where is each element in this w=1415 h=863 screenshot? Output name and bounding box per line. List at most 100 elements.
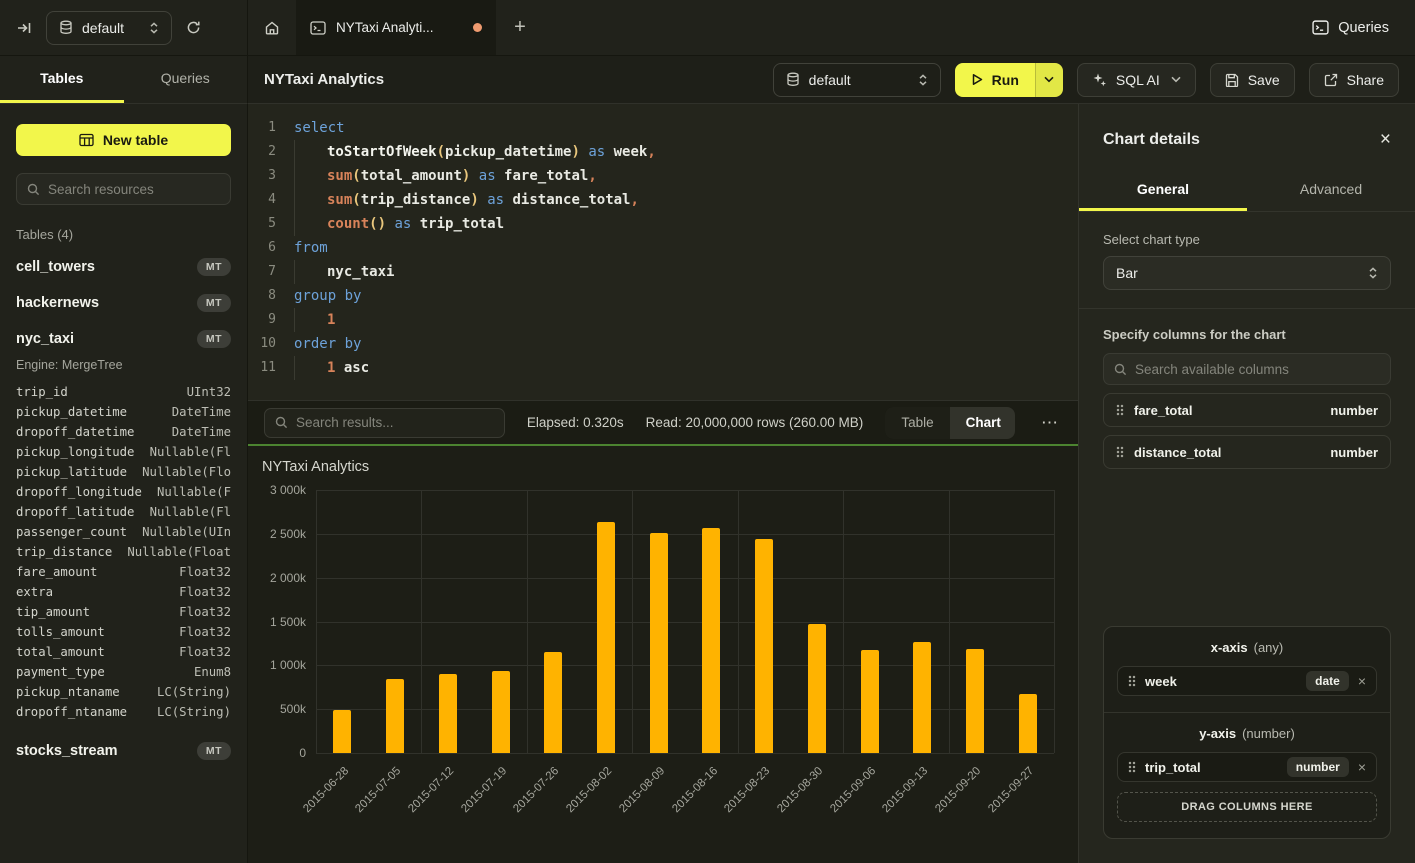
save-button[interactable]: Save <box>1210 63 1295 97</box>
results-search-input[interactable] <box>296 415 494 430</box>
x-axis-tick-label: 2015-09-06 <box>828 765 878 815</box>
bar-2015-09-20[interactable] <box>966 649 984 753</box>
panel-header: Chart details × <box>1079 104 1415 169</box>
x-axis-tick-label: 2015-06-28 <box>301 765 351 815</box>
y-axis-tick-label: 500k <box>280 702 306 716</box>
sql-line: 6from <box>248 236 1078 260</box>
center-column: 1select2toStartOfWeek(pickup_datetime) a… <box>248 104 1078 863</box>
new-tab-button[interactable]: + <box>496 0 544 55</box>
available-column-distance-total[interactable]: distance_total number <box>1103 435 1391 469</box>
y-axis-tick-label: 1 500k <box>270 615 306 629</box>
more-options-button[interactable]: ⋯ <box>1037 413 1062 433</box>
chart-view-button[interactable]: Chart <box>950 407 1015 439</box>
x-axis-chip-week[interactable]: week date × <box>1117 666 1377 696</box>
sidebar-tab-queries[interactable]: Queries <box>124 56 248 103</box>
chevron-updown-icon <box>149 21 159 35</box>
bar-2015-08-23[interactable] <box>755 539 773 753</box>
collapse-sidebar-icon[interactable] <box>16 20 32 36</box>
table-row-cell-towers[interactable]: cell_towers MT <box>16 256 231 278</box>
bar-2015-09-27[interactable] <box>1019 694 1037 753</box>
bar-2015-07-12[interactable] <box>439 674 457 753</box>
sql-editor[interactable]: 1select2toStartOfWeek(pickup_datetime) a… <box>248 104 1078 400</box>
x-axis-title: x-axis(any) <box>1117 640 1377 655</box>
drop-zone[interactable]: DRAG COLUMNS HERE <box>1117 792 1377 822</box>
x-axis-tick-label: 2015-08-23 <box>722 765 772 815</box>
gridline-horizontal <box>316 622 1054 623</box>
new-table-button[interactable]: New table <box>16 124 231 156</box>
columns-search[interactable] <box>1103 353 1391 385</box>
resource-search-input[interactable] <box>48 182 220 197</box>
drag-handle-icon[interactable] <box>1128 675 1136 687</box>
sql-line: 7nyc_taxi <box>248 260 1078 284</box>
run-options-button[interactable] <box>1035 63 1063 97</box>
x-axis-tick-label: 2015-09-20 <box>933 765 983 815</box>
columns-search-input[interactable] <box>1135 362 1380 377</box>
drag-handle-icon[interactable] <box>1116 404 1124 416</box>
tab-advanced[interactable]: Advanced <box>1247 169 1415 211</box>
sql-line: 91 <box>248 308 1078 332</box>
editor-tab[interactable]: NYTaxi Analyti... <box>296 0 496 55</box>
axes-config-box: x-axis(any) week date × y-axis(number) <box>1103 626 1391 839</box>
bar-2015-07-26[interactable] <box>544 652 562 753</box>
line-number: 1 <box>248 116 294 140</box>
home-tab[interactable] <box>248 0 296 55</box>
rows-read: Read: 20,000,000 rows (260.00 MB) <box>646 415 864 430</box>
bar-2015-07-19[interactable] <box>492 671 510 753</box>
sidebar-tabs: Tables Queries <box>0 56 248 104</box>
refresh-icon[interactable] <box>186 20 201 35</box>
remove-icon[interactable]: × <box>1358 760 1366 774</box>
table-view-button[interactable]: Table <box>885 407 949 439</box>
database-icon <box>786 72 800 87</box>
gridline-vertical <box>1054 490 1055 753</box>
remove-icon[interactable]: × <box>1358 674 1366 688</box>
table-row-nyc-taxi[interactable]: nyc_taxi MT <box>16 328 231 350</box>
bar-2015-09-06[interactable] <box>861 650 879 753</box>
search-icon <box>275 416 288 429</box>
resource-search[interactable] <box>16 173 231 205</box>
x-axis-tick-label: 2015-09-27 <box>986 765 1036 815</box>
query-database-selector[interactable]: default <box>773 63 941 97</box>
chip-type-badge: date <box>1306 671 1349 691</box>
drag-handle-icon[interactable] <box>1128 761 1136 773</box>
sidebar-tab-tables[interactable]: Tables <box>0 56 124 103</box>
toolbar-actions: default Run SQL AI <box>773 63 1399 97</box>
share-button[interactable]: Share <box>1309 63 1399 97</box>
line-number: 6 <box>248 236 294 260</box>
sidebar: New table Tables (4) cell_towers MT hack… <box>0 104 248 863</box>
table-row-stocks-stream[interactable]: stocks_stream MT <box>16 740 231 762</box>
tab-general[interactable]: General <box>1079 169 1247 211</box>
sql-line: 111 asc <box>248 356 1078 380</box>
panel-tabs: General Advanced <box>1079 169 1415 212</box>
unsaved-changes-dot <box>473 23 482 32</box>
x-axis-tick-label: 2015-07-12 <box>406 765 456 815</box>
save-icon <box>1225 73 1239 87</box>
close-icon[interactable]: × <box>1380 130 1391 149</box>
database-selector[interactable]: default <box>46 11 172 45</box>
chart-type-select[interactable]: Bar <box>1103 256 1391 290</box>
top-bar: default NYTaxi Analyti... + Queries <box>0 0 1415 56</box>
gridline-horizontal <box>316 665 1054 666</box>
x-axis-tick-label: 2015-08-30 <box>775 765 825 815</box>
results-search[interactable] <box>264 408 505 438</box>
engine-info: Engine: MergeTree <box>16 358 231 372</box>
gridline-horizontal <box>316 534 1054 535</box>
sql-ai-button[interactable]: SQL AI <box>1077 63 1196 97</box>
run-button[interactable]: Run <box>955 63 1035 97</box>
drag-handle-icon[interactable] <box>1116 446 1124 458</box>
chart-type-value: Bar <box>1116 265 1138 281</box>
available-column-fare-total[interactable]: fare_total number <box>1103 393 1391 427</box>
queries-button[interactable]: Queries <box>1312 0 1389 55</box>
gridline-vertical <box>316 490 317 753</box>
y-axis-chip-trip-total[interactable]: trip_total number × <box>1117 752 1377 782</box>
database-icon <box>59 20 73 35</box>
bar-2015-08-09[interactable] <box>650 533 668 753</box>
bar-2015-08-02[interactable] <box>597 522 615 753</box>
table-row-hackernews[interactable]: hackernews MT <box>16 292 231 314</box>
column-row: dropoff_ntanameLC(String) <box>16 702 231 722</box>
bar-2015-07-05[interactable] <box>386 679 404 753</box>
bar-2015-09-13[interactable] <box>913 642 931 753</box>
bar-2015-08-16[interactable] <box>702 528 720 753</box>
bar-2015-06-28[interactable] <box>333 710 351 753</box>
bar-2015-08-30[interactable] <box>808 624 826 753</box>
x-axis-tick-label: 2015-08-02 <box>564 765 614 815</box>
